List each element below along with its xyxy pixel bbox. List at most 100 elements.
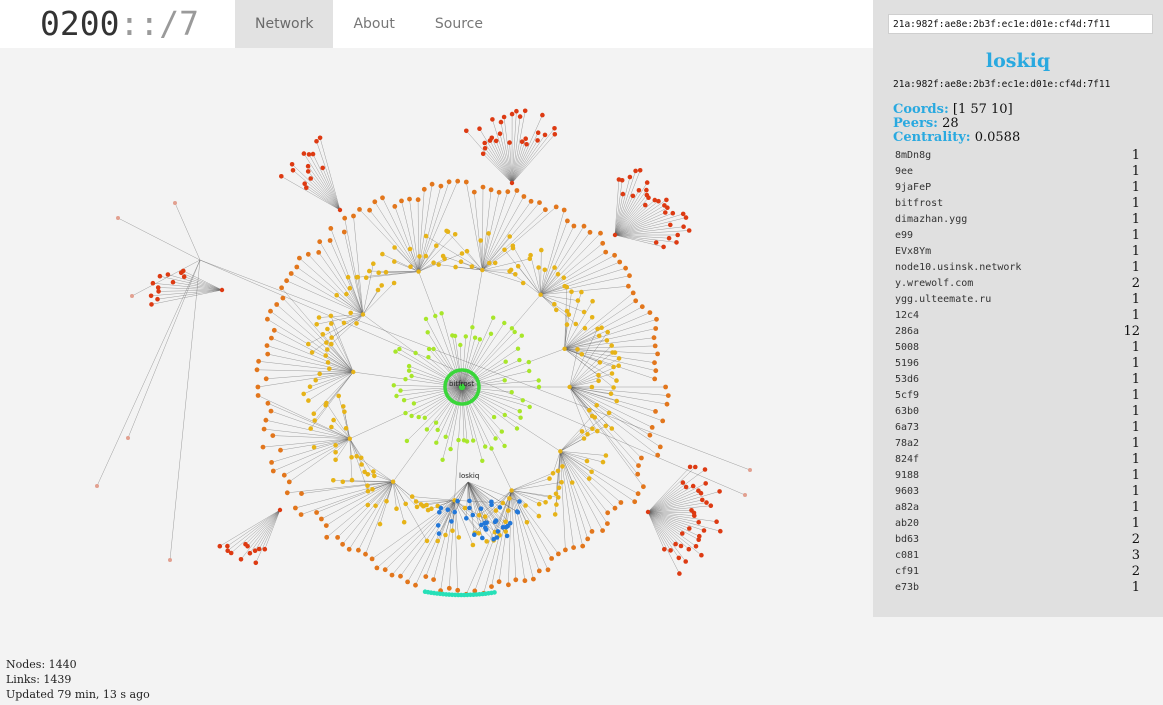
graph-node[interactable] (413, 499, 419, 504)
graph-node[interactable] (446, 179, 452, 185)
graph-node[interactable] (562, 346, 567, 351)
graph-node[interactable] (423, 316, 429, 322)
graph-node[interactable] (561, 207, 567, 213)
graph-node[interactable] (464, 516, 469, 521)
graph-node[interactable] (609, 371, 615, 376)
graph-node[interactable] (587, 229, 593, 235)
graph-node[interactable] (652, 376, 658, 382)
graph-node[interactable] (360, 312, 366, 317)
graph-node[interactable] (488, 331, 494, 336)
peer-name[interactable]: 78a2 (895, 438, 919, 449)
peer-row[interactable]: 8mDn8g 1 (895, 148, 1140, 164)
peer-name[interactable]: 824f (895, 454, 919, 465)
graph-node[interactable] (536, 378, 541, 383)
graph-node[interactable] (514, 426, 520, 431)
graph-node[interactable] (398, 388, 403, 393)
graph-node[interactable] (455, 498, 460, 504)
graph-node[interactable] (458, 259, 464, 265)
graph-node[interactable] (645, 509, 651, 515)
graph-node[interactable] (443, 532, 448, 538)
graph-node[interactable] (365, 483, 370, 489)
graph-node[interactable] (335, 535, 340, 540)
peer-row[interactable]: 63b0 1 (895, 404, 1140, 420)
graph-node[interactable] (620, 191, 626, 197)
graph-node[interactable] (680, 211, 686, 217)
graph-node[interactable] (219, 287, 225, 293)
graph-node[interactable] (415, 197, 421, 203)
graph-node[interactable] (341, 229, 347, 235)
graph-node[interactable] (596, 333, 602, 339)
graph-node[interactable] (298, 512, 304, 517)
graph-node[interactable] (554, 502, 559, 507)
graph-node[interactable] (413, 350, 418, 356)
graph-node[interactable] (382, 567, 388, 573)
graph-node[interactable] (639, 455, 644, 461)
graph-node[interactable] (692, 513, 697, 518)
graph-node[interactable] (502, 247, 507, 253)
graph-node[interactable] (673, 541, 678, 547)
graph-node[interactable] (693, 544, 699, 549)
graph-node[interactable] (575, 347, 580, 352)
graph-node[interactable] (540, 112, 545, 118)
graph-node[interactable] (431, 346, 436, 352)
graph-node[interactable] (302, 181, 308, 186)
graph-node[interactable] (614, 398, 619, 404)
graph-node[interactable] (254, 367, 260, 373)
graph-node[interactable] (392, 259, 397, 264)
graph-node[interactable] (564, 308, 570, 314)
graph-node[interactable] (488, 187, 494, 193)
graph-node[interactable] (535, 130, 541, 135)
graph-node[interactable] (701, 528, 707, 533)
graph-node[interactable] (512, 329, 517, 335)
graph-node[interactable] (502, 412, 507, 418)
graph-node[interactable] (417, 254, 422, 259)
graph-node[interactable] (459, 251, 465, 256)
graph-node[interactable] (703, 481, 708, 486)
graph-node[interactable] (148, 293, 154, 299)
graph-node[interactable] (677, 571, 682, 576)
graph-node[interactable] (462, 505, 468, 511)
graph-node[interactable] (483, 525, 488, 530)
peer-name[interactable]: 9603 (895, 486, 919, 497)
peer-row[interactable]: 9188 1 (895, 468, 1140, 484)
graph-node[interactable] (484, 520, 490, 525)
graph-node[interactable] (375, 287, 381, 293)
graph-node[interactable] (371, 261, 376, 267)
graph-node[interactable] (517, 409, 522, 414)
graph-node[interactable] (367, 207, 372, 213)
peer-name[interactable]: 12c4 (895, 310, 919, 321)
graph-node[interactable] (470, 325, 475, 330)
graph-node[interactable] (423, 574, 429, 579)
graph-node[interactable] (596, 378, 601, 384)
graph-node[interactable] (547, 494, 553, 500)
graph-node[interactable] (493, 508, 499, 513)
graph-node[interactable] (181, 268, 186, 274)
graph-node[interactable] (501, 114, 507, 120)
tab-about[interactable]: About (333, 0, 414, 48)
graph-node[interactable] (569, 289, 574, 295)
graph-node[interactable] (270, 468, 276, 474)
graph-node[interactable] (323, 403, 329, 408)
graph-node[interactable] (652, 360, 657, 366)
graph-node[interactable] (463, 334, 468, 339)
graph-node[interactable] (552, 512, 558, 517)
graph-node[interactable] (279, 285, 284, 291)
graph-node[interactable] (633, 298, 639, 304)
graph-node[interactable] (433, 420, 439, 425)
graph-node[interactable] (527, 404, 532, 410)
graph-node[interactable] (331, 478, 336, 483)
graph-node[interactable] (284, 490, 290, 496)
graph-node[interactable] (717, 489, 722, 494)
graph-node[interactable] (351, 369, 356, 375)
graph-node[interactable] (422, 415, 427, 420)
graph-node[interactable] (708, 503, 714, 509)
graph-node[interactable] (493, 518, 499, 523)
graph-node[interactable] (286, 479, 292, 485)
graph-node[interactable] (409, 494, 415, 499)
graph-node[interactable] (438, 183, 444, 189)
graph-node[interactable] (600, 459, 606, 465)
graph-node[interactable] (157, 273, 163, 279)
graph-node[interactable] (543, 207, 548, 213)
graph-node[interactable] (369, 556, 375, 562)
graph-node[interactable] (340, 479, 346, 485)
